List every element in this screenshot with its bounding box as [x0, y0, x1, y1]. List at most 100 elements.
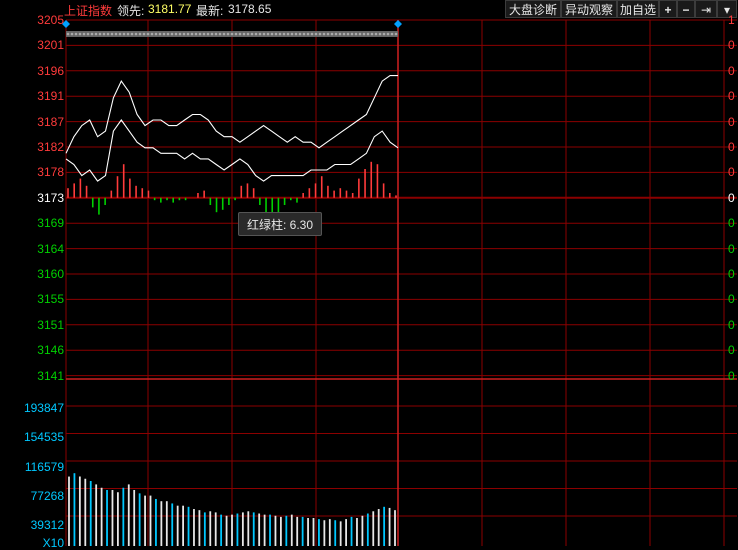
index-name[interactable]: 上证指数 — [64, 2, 112, 19]
range-dot — [166, 32, 170, 36]
latest-value: 3178.65 — [228, 2, 272, 16]
price-tick-label: 3196 — [37, 63, 64, 78]
price-tick-label: 3187 — [37, 114, 64, 129]
range-dot — [186, 32, 190, 36]
range-dot — [266, 32, 270, 36]
range-dot — [258, 32, 262, 36]
range-dot — [202, 32, 206, 36]
range-dot — [74, 32, 78, 36]
range-dot — [102, 32, 106, 36]
range-dot — [386, 32, 390, 36]
range-dot — [342, 32, 346, 36]
range-dot — [126, 32, 130, 36]
right-tick-label: 0 — [728, 317, 735, 332]
range-dot — [350, 32, 354, 36]
range-dot — [70, 32, 74, 36]
price-tick-label: 3191 — [37, 89, 64, 104]
range-dot — [278, 32, 282, 36]
range-dot — [222, 32, 226, 36]
add-watch-button[interactable]: 加自选 — [617, 0, 659, 18]
chart-grid — [65, 19, 737, 546]
price-tick-label: 3169 — [37, 216, 64, 231]
volume-tick-label: 193847 — [23, 401, 64, 415]
price-tick-label: 3146 — [37, 343, 64, 358]
range-dot — [254, 32, 258, 36]
price-tick-label: 3205 — [37, 13, 64, 27]
range-dot — [382, 32, 386, 36]
range-dot — [234, 32, 238, 36]
plus-icon[interactable]: + — [659, 0, 677, 18]
right-tick-label: 0 — [728, 38, 735, 53]
range-dot — [274, 32, 278, 36]
range-dot — [226, 32, 230, 36]
range-dot — [198, 32, 202, 36]
range-dot — [250, 32, 254, 36]
range-dot — [122, 32, 126, 36]
range-dot — [178, 32, 182, 36]
range-dot — [230, 32, 234, 36]
range-dot — [170, 32, 174, 36]
range-dot — [290, 32, 294, 36]
right-tick-label: 0 — [728, 267, 735, 281]
right-tick-label: 0 — [728, 292, 735, 307]
price-tick-label: 3164 — [37, 241, 64, 256]
pin-icon[interactable]: ⇥ — [695, 0, 717, 18]
header-bar: 上证指数 领先: 3181.77 最新: 3178.65 大盘诊断 异动观察 加… — [0, 0, 738, 18]
diagnosis-button[interactable]: 大盘诊断 — [505, 0, 561, 18]
intraday-chart[interactable] — [0, 0, 738, 549]
range-dot — [370, 32, 374, 36]
right-tick-label: 0 — [728, 165, 735, 180]
range-dot — [174, 32, 178, 36]
range-dot — [130, 32, 134, 36]
right-tick-label: 0 — [728, 343, 735, 358]
right-tick-label: 0 — [728, 63, 735, 78]
leader-label: 领先: — [117, 4, 145, 18]
volume-tick-label: 154535 — [23, 430, 64, 445]
range-dot — [154, 32, 158, 36]
minus-icon[interactable]: − — [677, 0, 695, 18]
latest-label: 最新: — [196, 4, 224, 18]
volume-tick-label: 77268 — [30, 488, 64, 503]
range-dot — [366, 32, 370, 36]
range-dot — [210, 32, 214, 36]
price-tick-label: 3201 — [37, 38, 64, 53]
range-dot — [110, 32, 114, 36]
range-dot — [318, 32, 322, 36]
range-dot — [82, 32, 86, 36]
anomaly-button[interactable]: 异动观察 — [561, 0, 617, 18]
range-dot — [150, 32, 154, 36]
right-tick-label: 1 — [728, 13, 735, 27]
range-dot — [118, 32, 122, 36]
hover-tooltip: 红绿柱: 6.30 — [238, 212, 322, 236]
tooltip-value: 6.30 — [289, 218, 314, 232]
range-dot — [246, 32, 250, 36]
range-dot — [238, 32, 242, 36]
range-dot — [78, 32, 82, 36]
range-dot — [362, 32, 366, 36]
range-dot — [90, 32, 94, 36]
range-dot — [194, 32, 198, 36]
range-dot — [390, 32, 394, 36]
range-dot — [218, 32, 222, 36]
right-tick-label: 0 — [728, 114, 735, 129]
range-dot — [314, 32, 318, 36]
volume-tick-label: 39312 — [30, 518, 64, 533]
price-tick-label: 3151 — [37, 317, 64, 332]
range-dot — [242, 32, 246, 36]
right-tick-label: 0 — [728, 216, 735, 231]
range-dot — [346, 32, 350, 36]
range-dot — [294, 32, 298, 36]
range-dot — [330, 32, 334, 36]
range-dot — [338, 32, 342, 36]
range-dot — [158, 32, 162, 36]
range-dot — [262, 32, 266, 36]
range-dot — [378, 32, 382, 36]
range-dot — [374, 32, 378, 36]
range-dot — [98, 32, 102, 36]
right-tick-label: 0 — [728, 140, 735, 154]
range-dot — [354, 32, 358, 36]
price-tick-label: 3173 — [37, 190, 64, 205]
right-tick-label: 0 — [728, 368, 735, 383]
range-dot — [298, 32, 302, 36]
price-tick-label: 3182 — [37, 140, 64, 154]
